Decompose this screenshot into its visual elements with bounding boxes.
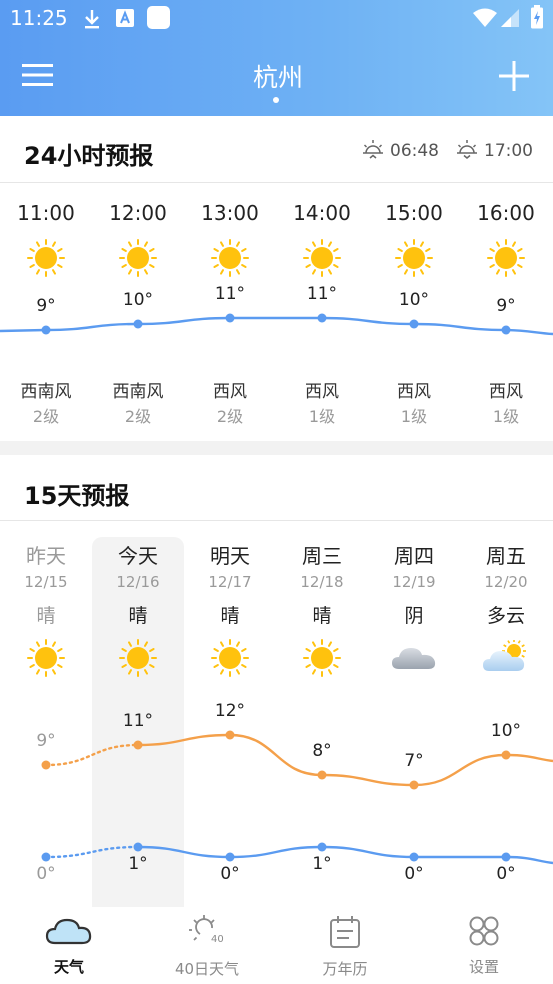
nav-40day-label: 40日天气 <box>174 960 240 978</box>
nav-settings[interactable]: 设置 <box>429 907 539 984</box>
nav-weather[interactable]: 天气 <box>14 907 124 984</box>
settings-clover-icon <box>469 916 499 946</box>
high-temp-line-point <box>317 770 327 780</box>
high-temp-line-point <box>409 780 419 790</box>
low-temp-line-point <box>317 842 327 852</box>
low-temp-line-point <box>41 852 51 862</box>
low-temp-line-point <box>225 852 235 862</box>
high-temp-line <box>41 730 553 790</box>
low-temp-line-point <box>501 852 511 862</box>
high-temp-line-point <box>133 740 143 750</box>
high-temp-line-point <box>501 750 511 760</box>
daily-temp-curves <box>41 730 553 865</box>
nav-weather-label: 天气 <box>53 958 84 976</box>
high-temp-line-point <box>41 760 51 770</box>
low-temp-line <box>41 842 553 865</box>
high-temp-line-point <box>225 730 235 740</box>
nav-calendar-label: 万年历 <box>322 960 368 978</box>
nav-40day-badge: 40 <box>211 934 224 945</box>
nav-settings-label: 设置 <box>468 958 499 976</box>
cloud-icon <box>45 918 92 945</box>
calendar-icon <box>330 916 360 948</box>
bottom-nav: 天气 40 40日天气 万年历 设置 <box>0 907 553 984</box>
low-temp-line-point <box>133 842 143 852</box>
nav-calendar[interactable]: 万年历 <box>290 907 400 984</box>
low-temp-line-point <box>409 852 419 862</box>
nav-40day[interactable]: 40 40日天气 <box>152 907 262 984</box>
